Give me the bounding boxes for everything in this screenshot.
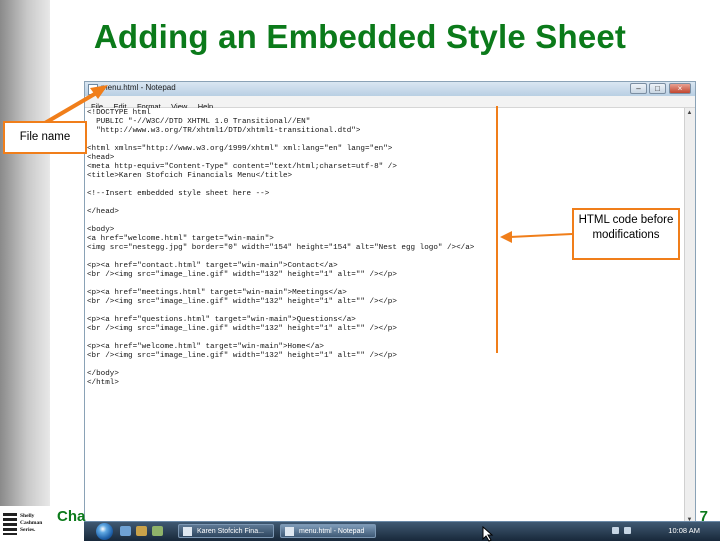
- slide-title: Adding an Embedded Style Sheet: [93, 18, 627, 55]
- taskbar: Karen Stofcich Fina... menu.html - Notep…: [84, 521, 720, 541]
- menu-bar: File Edit Format View Help: [85, 96, 695, 111]
- clock[interactable]: 10:08 AM: [668, 526, 700, 535]
- notepad-window: menu.html - Notepad – □ × File Edit Form…: [84, 81, 696, 526]
- taskbar-item-browser[interactable]: Karen Stofcich Fina...: [178, 524, 274, 538]
- volume-icon[interactable]: [624, 527, 631, 534]
- ie-icon[interactable]: [120, 526, 131, 536]
- system-tray: 10:08 AM: [604, 522, 700, 541]
- maximize-button[interactable]: □: [649, 83, 666, 94]
- vertical-scrollbar[interactable]: ▲ ▼: [684, 108, 695, 525]
- taskbar-item-label: Karen Stofcich Fina...: [197, 528, 264, 535]
- browser-window-icon: [183, 527, 192, 536]
- folder-icon[interactable]: [136, 526, 147, 536]
- notepad-doc-icon: [285, 527, 294, 536]
- logo-text: Shelly Cashman Series.: [20, 513, 43, 533]
- taskbar-item-label: menu.html - Notepad: [299, 528, 365, 535]
- network-icon[interactable]: [612, 527, 619, 534]
- html-code-callout: HTML code before modifications: [572, 208, 680, 260]
- taskbar-item-notepad[interactable]: menu.html - Notepad: [280, 524, 376, 538]
- minimize-button[interactable]: –: [630, 83, 647, 94]
- close-button[interactable]: ×: [669, 83, 691, 94]
- notepad-doc-icon: [88, 84, 98, 95]
- publisher-logo: Shelly Cashman Series.: [0, 506, 50, 540]
- scroll-up-arrow-icon[interactable]: ▲: [686, 109, 693, 117]
- quick-launch-icon[interactable]: [152, 526, 163, 536]
- logo-stack-icon: [3, 513, 17, 535]
- text-editor[interactable]: <!DOCTYPE html PUBLIC "-//W3C//DTD XHTML…: [85, 108, 685, 525]
- slide-left-strip: [0, 0, 50, 540]
- window-title: menu.html - Notepad: [101, 83, 176, 92]
- windows-start-icon[interactable]: [96, 523, 113, 540]
- file-name-callout: File name: [3, 121, 87, 154]
- footer-chapter: Cha: [57, 508, 86, 525]
- window-titlebar[interactable]: menu.html - Notepad – □ ×: [85, 82, 695, 97]
